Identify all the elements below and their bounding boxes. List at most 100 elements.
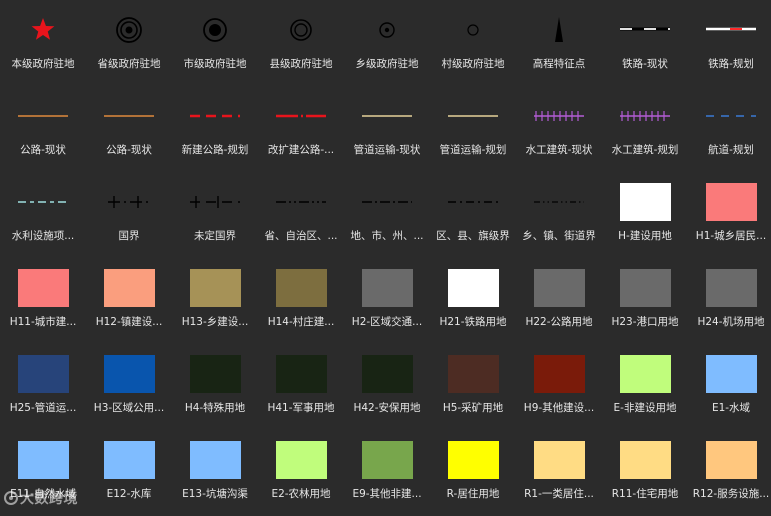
legend-item[interactable]: 乡级政府驻地 [344, 0, 430, 86]
legend-label: H11-城市建... [9, 316, 77, 328]
legend-item[interactable]: H1-城乡居民... [688, 172, 771, 258]
legend-label: H5-采矿用地 [442, 402, 504, 414]
legend-item[interactable]: H22-公路用地 [516, 258, 602, 344]
legend-item[interactable]: R11-住宅用地 [602, 430, 688, 516]
province-border-icon [276, 201, 326, 203]
legend-item[interactable]: R1-一类居住... [516, 430, 602, 516]
legend-label: R12-服务设施... [692, 488, 770, 500]
legend-item[interactable]: 公路-现状 [0, 86, 86, 172]
legend-item[interactable]: 省、自治区、... [258, 172, 344, 258]
legend-item[interactable]: H12-镇建设... [86, 258, 172, 344]
legend-label: 水工建筑-现状 [525, 144, 593, 156]
line-tan-icon [448, 115, 498, 117]
legend-item[interactable]: E1-水域 [688, 344, 771, 430]
legend-item[interactable]: 改扩建公路-... [258, 86, 344, 172]
legend-label: 未定国界 [194, 230, 236, 242]
legend-item[interactable]: 新建公路-规划 [172, 86, 258, 172]
legend-symbol [0, 430, 86, 490]
legend-item[interactable]: H23-港口用地 [602, 258, 688, 344]
legend-symbol [430, 258, 516, 318]
legend-item[interactable]: 区、县、旗级界 [430, 172, 516, 258]
legend-item[interactable]: H13-乡建设... [172, 258, 258, 344]
legend-item[interactable]: 地、市、州、... [344, 172, 430, 258]
double-ring-icon [290, 19, 312, 41]
legend-item[interactable]: 水利设施项... [0, 172, 86, 258]
legend-item[interactable]: 省级政府驻地 [86, 0, 172, 86]
legend-symbol [602, 172, 688, 232]
legend-label: 铁路-规划 [708, 58, 754, 70]
legend-label: 水工建筑-规划 [611, 144, 679, 156]
legend-item[interactable]: H42-安保用地 [344, 344, 430, 430]
legend-label: H1-城乡居民... [695, 230, 767, 242]
legend-item[interactable]: 管道运输-现状 [344, 86, 430, 172]
legend-label: 省、自治区、... [264, 230, 338, 242]
legend-item[interactable]: H14-村庄建... [258, 258, 344, 344]
legend-symbol [86, 86, 172, 146]
legend-item[interactable]: 铁路-规划 [688, 0, 771, 86]
legend-item[interactable]: R-居住用地 [430, 430, 516, 516]
legend-item[interactable]: E12-水库 [86, 430, 172, 516]
color-swatch [103, 269, 155, 307]
legend-label: 村级政府驻地 [441, 58, 505, 70]
legend-item[interactable]: 公路-现状 [86, 86, 172, 172]
legend-item[interactable]: E2-农林用地 [258, 430, 344, 516]
dashed-red-line-icon [190, 114, 240, 118]
legend-symbol [430, 172, 516, 232]
legend-item[interactable]: H5-采矿用地 [430, 344, 516, 430]
legend-item[interactable]: 未定国界 [172, 172, 258, 258]
legend-label: E12-水库 [106, 488, 152, 500]
legend-item[interactable]: 管道运输-规划 [430, 86, 516, 172]
legend-item[interactable]: H2-区域交通... [344, 258, 430, 344]
legend-symbol [86, 258, 172, 318]
legend-symbol [344, 344, 430, 404]
legend-label: H9-其他建设... [523, 402, 595, 414]
legend-item[interactable]: 国界 [86, 172, 172, 258]
legend-symbol [258, 258, 344, 318]
legend-label: 乡级政府驻地 [355, 58, 419, 70]
legend-item[interactable]: H9-其他建设... [516, 344, 602, 430]
legend-item[interactable]: E13-坑塘沟渠 [172, 430, 258, 516]
legend-item[interactable]: E9-其他非建... [344, 430, 430, 516]
color-swatch [189, 441, 241, 479]
legend-item[interactable]: 本级政府驻地 [0, 0, 86, 86]
legend-item[interactable]: R12-服务设施... [688, 430, 771, 516]
legend-item[interactable]: 航道-规划 [688, 86, 771, 172]
legend-symbol [430, 344, 516, 404]
triple-ring-icon [116, 17, 142, 43]
legend-symbol [172, 344, 258, 404]
legend-label: 国界 [118, 230, 140, 242]
legend-symbol [516, 86, 602, 146]
city-border-icon [362, 201, 412, 203]
legend-item[interactable]: H25-管道运... [0, 344, 86, 430]
legend-label: H22-公路用地 [525, 316, 593, 328]
hatched-purple-line-icon [534, 111, 584, 121]
color-swatch [17, 441, 69, 479]
legend-item[interactable]: 村级政府驻地 [430, 0, 516, 86]
legend-item[interactable]: H21-铁路用地 [430, 258, 516, 344]
legend-item[interactable]: 铁路-现状 [602, 0, 688, 86]
legend-label: 公路-现状 [106, 144, 152, 156]
legend-item[interactable]: 水工建筑-规划 [602, 86, 688, 172]
legend-label: 新建公路-规划 [181, 144, 249, 156]
legend-item[interactable]: 乡、镇、街道界 [516, 172, 602, 258]
legend-label: 省级政府驻地 [97, 58, 161, 70]
legend-item[interactable]: H3-区域公用... [86, 344, 172, 430]
legend-item[interactable]: H24-机场用地 [688, 258, 771, 344]
legend-item[interactable]: H-建设用地 [602, 172, 688, 258]
legend-label: 县级政府驻地 [269, 58, 333, 70]
legend-item[interactable]: H4-特殊用地 [172, 344, 258, 430]
legend-symbol [258, 430, 344, 490]
legend-item[interactable]: 县级政府驻地 [258, 0, 344, 86]
color-swatch [361, 355, 413, 393]
color-swatch [705, 269, 757, 307]
legend-item[interactable]: 水工建筑-现状 [516, 86, 602, 172]
legend-item[interactable]: H11-城市建... [0, 258, 86, 344]
legend-item[interactable]: 市级政府驻地 [172, 0, 258, 86]
railway-planned-icon [706, 27, 756, 31]
legend-item[interactable]: E11-自然水域 [0, 430, 86, 516]
legend-item[interactable]: H41-军事用地 [258, 344, 344, 430]
legend-symbol [688, 172, 771, 232]
legend-item[interactable]: E-非建设用地 [602, 344, 688, 430]
legend-label: 本级政府驻地 [11, 58, 75, 70]
legend-item[interactable]: 高程特征点 [516, 0, 602, 86]
